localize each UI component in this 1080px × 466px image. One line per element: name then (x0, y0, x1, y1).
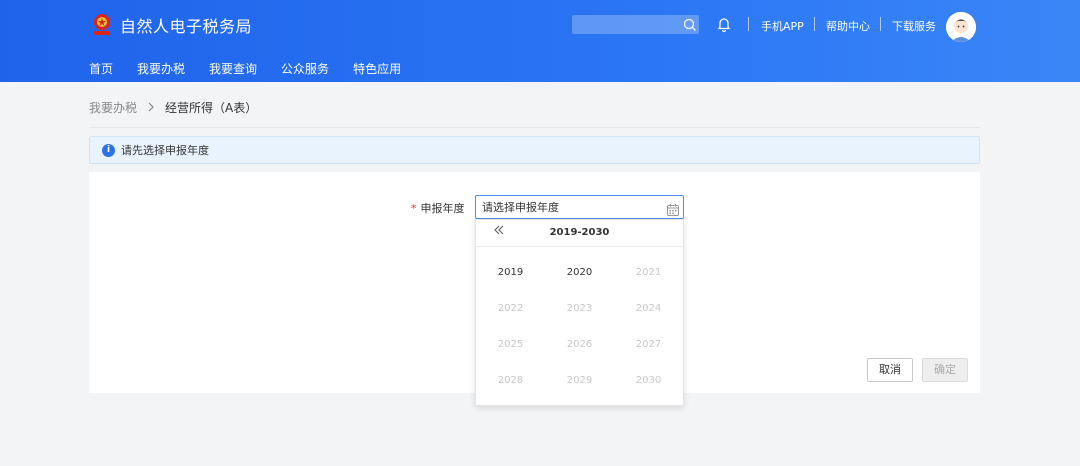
help-center-link[interactable]: 帮助中心 (826, 18, 870, 34)
picker-header: 2019-2030 (476, 220, 683, 247)
notice-banner: i 请先选择申报年度 (89, 136, 980, 164)
download-link[interactable]: 下载服务 (892, 18, 936, 34)
year-cell: 2024 (635, 303, 662, 314)
year-cell: 2029 (566, 375, 593, 386)
bell-icon[interactable] (715, 15, 733, 33)
year-cell: 2023 (566, 303, 593, 314)
year-label: * 申报年度 (411, 200, 465, 216)
year-grid: 2019 2020 2021 2022 2023 2024 2025 2026 2027 2028… (476, 255, 683, 399)
divider (89, 127, 980, 128)
header-divider (814, 17, 815, 31)
year-cell: 2030 (635, 375, 662, 386)
nav-item-tax-handling[interactable]: 我要办税 (137, 60, 185, 77)
nav-item-public-service[interactable]: 公众服务 (281, 60, 329, 77)
breadcrumb-current: 经营所得（A表） (165, 101, 258, 115)
search-icon[interactable] (683, 17, 697, 31)
nav-item-query[interactable]: 我要查询 (209, 60, 257, 77)
logo-area[interactable]: 自然人电子税务局 (90, 11, 252, 39)
picker-range: 2019-2030 (549, 227, 610, 238)
chevron-right-icon (147, 101, 155, 115)
year-cell: 2028 (497, 375, 524, 386)
year-cell: 2027 (635, 339, 662, 350)
header-divider (748, 17, 749, 31)
app-title: 自然人电子税务局 (120, 17, 253, 36)
calendar-icon[interactable] (667, 201, 679, 216)
year-cell[interactable]: 2020 (545, 255, 614, 291)
year-cell: 2026 (566, 339, 593, 350)
info-icon: i (102, 143, 115, 157)
nav-item-featured[interactable]: 特色应用 (353, 60, 401, 77)
required-mark: * (411, 202, 417, 215)
mobile-app-link[interactable]: 手机APP (761, 18, 804, 34)
breadcrumb-parent[interactable]: 我要办税 (89, 99, 137, 116)
confirm-button[interactable]: 确定 (922, 358, 968, 382)
breadcrumb: 我要办税 经营所得（A表） (89, 99, 257, 116)
cancel-button[interactable]: 取消 (867, 358, 913, 382)
year-cell: 2022 (497, 303, 524, 314)
year-cell[interactable]: 2019 (476, 255, 545, 291)
tax-emblem-icon (90, 11, 114, 39)
nav-item-home[interactable]: 首页 (89, 60, 113, 77)
year-cell: 2025 (497, 339, 524, 350)
year-label-text: 申报年度 (420, 202, 465, 215)
top-header: 自然人电子税务局 手机APP 帮助中心 下载服务 首页 我要办税 我要查询 公众… (0, 0, 1080, 82)
year-picker-popup: 2019-2030 2019 2020 2021 2022 2023 2024 2025 20… (475, 219, 684, 406)
year-cell: 2021 (635, 267, 662, 278)
main-nav: 首页 我要办税 我要查询 公众服务 特色应用 (89, 60, 425, 77)
avatar[interactable] (946, 12, 976, 42)
header-divider (880, 17, 881, 31)
notice-text: 请先选择申报年度 (121, 144, 209, 157)
search-input[interactable] (572, 15, 699, 34)
year-input[interactable] (475, 195, 684, 219)
